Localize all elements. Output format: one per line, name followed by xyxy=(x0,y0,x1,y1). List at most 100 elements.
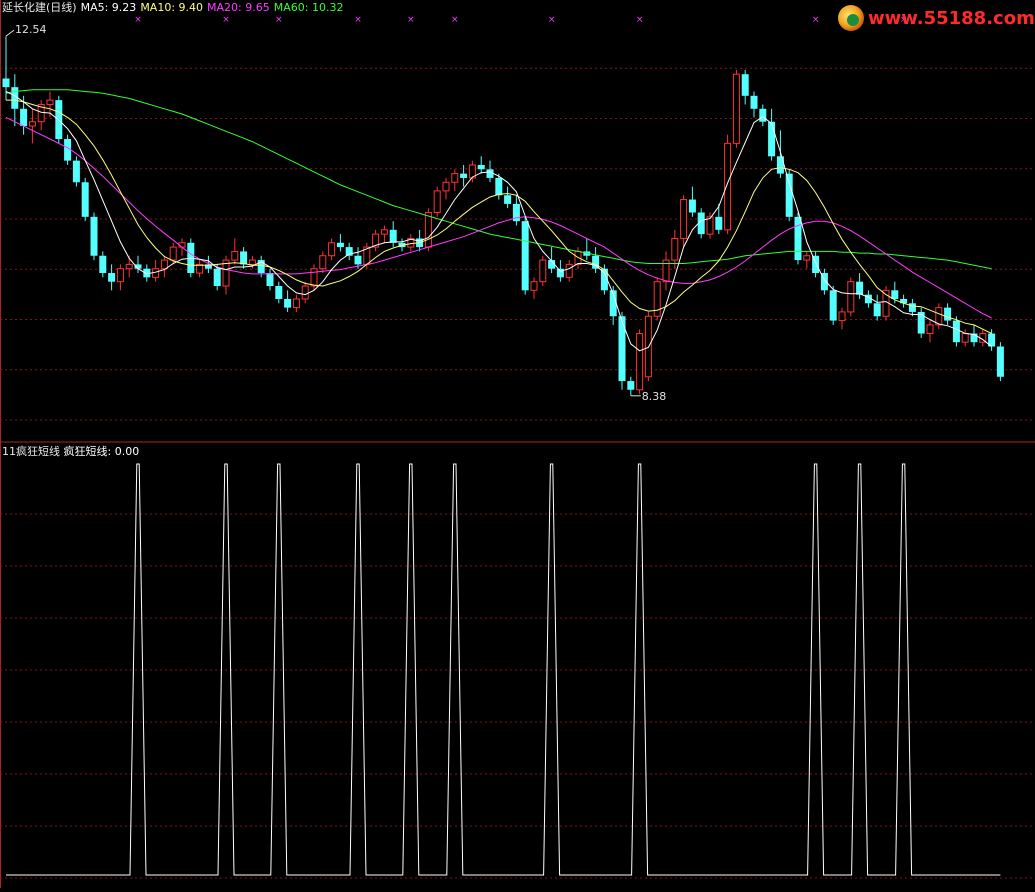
candle-body xyxy=(732,73,740,144)
candle-body xyxy=(838,311,846,322)
candle-body xyxy=(495,177,503,196)
high-price-label: 12.54 xyxy=(15,23,47,36)
signal-markers: ××××××××××× xyxy=(134,15,907,25)
candle-body xyxy=(389,229,397,243)
candle-body xyxy=(926,324,934,335)
signal-marker: × xyxy=(275,15,283,25)
candle-body xyxy=(213,268,221,286)
candle-body xyxy=(908,303,916,312)
candle-body xyxy=(46,99,54,105)
candle-body xyxy=(530,281,538,291)
candle-body xyxy=(944,307,952,321)
candle-body xyxy=(380,229,388,235)
candle-body xyxy=(504,195,512,204)
candle-body xyxy=(952,320,960,343)
candle-body xyxy=(319,255,327,270)
candle-body xyxy=(741,74,749,96)
site-logo: www.55188.com xyxy=(836,3,1035,35)
logo-text: www.55188.com xyxy=(868,8,1035,29)
candle-body xyxy=(618,316,626,382)
ma10-label: MA10: 9.40 xyxy=(140,1,204,14)
candle-body xyxy=(116,268,124,283)
candle-body xyxy=(565,263,573,278)
candle-body xyxy=(81,182,89,217)
candle-body xyxy=(688,199,696,213)
ma60-label: MA60: 10.32 xyxy=(273,1,344,14)
candle-body xyxy=(266,273,274,286)
signal-marker: × xyxy=(812,15,820,25)
signal-marker: × xyxy=(354,15,362,25)
candle-body xyxy=(556,268,564,278)
stock-title: 延长化建(日线) xyxy=(2,1,77,14)
candle-body xyxy=(20,108,28,127)
candle-body xyxy=(433,190,441,214)
signal-marker: × xyxy=(548,15,556,25)
candle-body xyxy=(592,255,600,269)
signal-marker: × xyxy=(222,15,230,25)
candle-body xyxy=(451,173,459,183)
price-annotations: 12.54 8.38 xyxy=(5,23,667,403)
signal-marker: × xyxy=(134,15,142,25)
candle-body xyxy=(768,121,776,157)
ma20-label: MA20: 9.65 xyxy=(207,1,270,14)
candle-body xyxy=(72,160,80,183)
candle-body xyxy=(477,164,485,170)
candle-body xyxy=(653,281,661,317)
candle-body xyxy=(715,216,723,230)
candle-body xyxy=(917,311,925,334)
candle-body xyxy=(759,108,767,122)
candle-body xyxy=(856,281,864,295)
candle-body xyxy=(336,242,344,248)
candle-body xyxy=(829,290,837,321)
ma5-label: MA5: 9.23 xyxy=(80,1,137,14)
candle-body xyxy=(248,259,256,265)
candle-body xyxy=(108,273,116,282)
candle-body xyxy=(2,78,10,88)
candle-body xyxy=(636,333,644,391)
candle-body xyxy=(961,333,969,343)
candle-body xyxy=(996,346,1004,377)
candle-body xyxy=(28,121,36,127)
candle-body xyxy=(90,216,98,256)
candle-body xyxy=(169,246,177,261)
candle-body xyxy=(794,216,802,261)
chart-canvas[interactable]: ××××××××××× 12.548.38 xyxy=(0,0,1035,888)
candle-body xyxy=(812,255,820,274)
candle-body xyxy=(539,259,547,283)
candle-body xyxy=(873,303,881,317)
signal-marker: × xyxy=(451,15,459,25)
candle-body xyxy=(671,237,679,261)
signal-marker: × xyxy=(636,15,644,25)
candle-body xyxy=(750,95,758,109)
candle-body xyxy=(680,199,688,239)
candle-body xyxy=(724,142,732,231)
candle-body xyxy=(99,255,107,274)
candle-body xyxy=(424,212,432,248)
candle-body xyxy=(442,181,450,192)
candle-body xyxy=(125,263,133,270)
candle-body xyxy=(627,381,635,390)
ma20-line xyxy=(5,116,992,319)
low-price-label: 8.38 xyxy=(642,390,667,403)
candle-body xyxy=(354,255,362,265)
grid-layer xyxy=(0,0,1035,888)
indicator-name: 11疯狂短线 xyxy=(2,445,60,458)
candle-body xyxy=(460,173,468,178)
candle-body xyxy=(301,285,309,300)
candle-body xyxy=(310,268,318,287)
candle-body xyxy=(521,221,529,291)
candlestick-series xyxy=(2,36,1004,396)
candle-body xyxy=(231,250,239,261)
candle-body xyxy=(292,298,300,309)
upper-header: 延长化建(日线) MA5: 9.23 MA10: 9.40 MA20: 9.65 MA6… xyxy=(2,1,347,15)
candle-body xyxy=(785,173,793,217)
candle-body xyxy=(935,307,943,326)
candle-body xyxy=(275,286,283,299)
candle-body xyxy=(328,242,336,257)
candle-body xyxy=(240,251,248,265)
logo-emblem-icon xyxy=(838,5,864,31)
indicator-value: 疯狂短线: 0.00 xyxy=(63,445,140,458)
candle-body xyxy=(284,298,292,308)
candle-body xyxy=(847,281,855,313)
chart-stage: ××××××××××× 12.548.38 延长化建(日线)MA5: 9.23M… xyxy=(0,0,1035,888)
